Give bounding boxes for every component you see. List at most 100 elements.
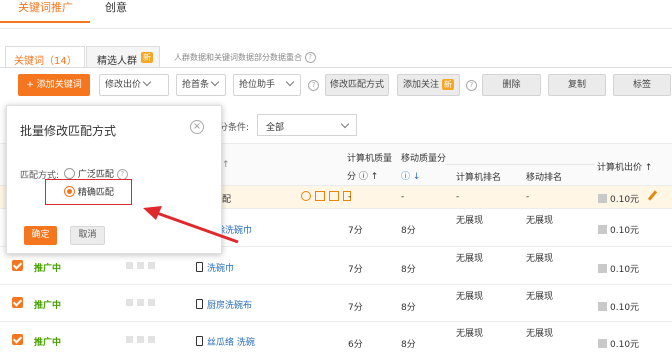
pc-quality: 7分	[348, 265, 363, 275]
rank-helper-dropdown[interactable]: 抢位助手	[233, 74, 301, 96]
chevron-down-icon	[142, 77, 152, 87]
placeholder-square	[137, 299, 144, 306]
price-icon	[598, 302, 607, 311]
keyword-link[interactable]: 洗碗巾	[196, 261, 234, 274]
header-pc-bid[interactable]: 计算机出价 ↑	[597, 160, 652, 173]
price-icon	[598, 264, 607, 273]
row-checkbox[interactable]	[12, 334, 23, 345]
sort-arrow[interactable]: ↑	[222, 160, 230, 170]
keyword-link[interactable]: 丝瓜络 洗碗	[196, 335, 255, 348]
mobile-rank: 无展现	[526, 292, 554, 302]
top-divider	[0, 28, 672, 29]
filter-select[interactable]: 全部	[257, 114, 357, 136]
price-icon	[598, 194, 607, 203]
arrow-shaft	[153, 210, 239, 244]
mobile-icon	[196, 262, 203, 272]
copy-button[interactable]: 复制	[548, 74, 606, 96]
filter-label: 分条件:	[219, 123, 250, 133]
keyword-link[interactable]: 厨房洗碗布	[196, 298, 252, 311]
row-checkbox[interactable]	[12, 297, 23, 308]
tab-keyword-promo[interactable]: 关键词推广	[18, 0, 73, 22]
radio-exact[interactable]: 精确匹配	[64, 185, 114, 198]
chart-icon[interactable]	[315, 191, 325, 201]
radio-icon	[64, 168, 75, 179]
trend-icon[interactable]	[329, 191, 339, 201]
radio-selected-icon	[64, 186, 75, 197]
cancel-button[interactable]: 取消	[70, 226, 105, 245]
price-icon	[598, 339, 607, 348]
summary-bid: 0.10元	[598, 192, 639, 205]
placeholder-square	[148, 299, 155, 306]
new-badge: 新	[441, 79, 454, 90]
summary-pc-rank: -	[456, 192, 460, 202]
subtab-crowd[interactable]: 精选人群 新	[86, 46, 160, 68]
summary-mobile-quality: -	[401, 192, 405, 202]
bid[interactable]: 0.10元	[598, 300, 639, 313]
pc-quality: 7分	[348, 303, 363, 313]
placeholder-square	[126, 336, 133, 343]
bid[interactable]: 0.10元	[598, 337, 639, 350]
subtab-crowd-label: 精选人群	[97, 56, 137, 67]
tab-creative[interactable]: 创意	[105, 0, 127, 22]
header-mobile-quality-sub[interactable]: ⓘ ↓	[401, 169, 420, 182]
new-badge: 新	[141, 52, 153, 63]
mobile-rank: 无展现	[526, 329, 554, 339]
header-pc-quality[interactable]: 计算机质量	[347, 151, 392, 164]
pc-quality: 7分	[348, 226, 363, 236]
header-pc-quality-sub[interactable]: 分 ⓘ ↑	[347, 169, 378, 182]
header-mobile-quality[interactable]: 移动质量分	[401, 151, 446, 164]
add-follow-button[interactable]: 添加关注 新	[397, 74, 460, 96]
mobile-quality: 8分	[401, 226, 416, 236]
notice-text: 人群数据和关键词数据部分数据重合 ?	[174, 52, 316, 63]
play-icon[interactable]	[301, 191, 311, 201]
radio-exact-label: 精确匹配	[77, 188, 114, 198]
placeholder-square	[148, 262, 155, 269]
modify-match-button[interactable]: 修改匹配方式	[325, 74, 389, 96]
placeholder-square	[137, 336, 144, 343]
modal-title: 批量修改匹配方式	[20, 124, 117, 138]
help-icon[interactable]: ?	[308, 80, 319, 91]
tags-button[interactable]: 标签	[613, 74, 671, 96]
pc-rank: 无展现	[456, 254, 484, 264]
subtab-keywords-label: 关键词（14）	[14, 56, 77, 67]
price-icon	[598, 225, 607, 234]
mobile-quality: 8分	[401, 340, 416, 350]
annotation-arrow	[143, 206, 239, 244]
pc-rank: 无展现	[456, 329, 484, 339]
pc-rank: 无展现	[456, 216, 484, 226]
mobile-icon	[196, 336, 203, 346]
mobile-quality: 8分	[401, 303, 416, 313]
add-keyword-button[interactable]: + 添加关键词	[18, 74, 90, 96]
confirm-button[interactable]: 确定	[24, 226, 57, 245]
grab-top-dropdown[interactable]: 抢首条	[176, 74, 226, 96]
filter-value: 全部	[266, 123, 285, 133]
status-badge: 推广中	[34, 338, 62, 348]
help-icon[interactable]: ?	[304, 52, 316, 63]
summary-pc-quality: -	[348, 192, 352, 202]
close-icon[interactable]: ×	[190, 120, 204, 134]
bid[interactable]: 0.10元	[598, 223, 639, 236]
subtab-divider	[0, 67, 672, 68]
placeholder-square	[148, 336, 155, 343]
status-badge: 推广中	[34, 264, 62, 274]
placeholder-square	[126, 299, 133, 306]
status-badge: 推广中	[34, 301, 62, 311]
pc-quality: 6分	[348, 340, 363, 350]
help-icon[interactable]: ?	[466, 80, 477, 91]
modify-bid-dropdown[interactable]: 修改出价	[99, 74, 169, 96]
chevron-down-icon	[340, 119, 350, 129]
summary-mobile-rank: -	[526, 192, 530, 202]
chevron-down-icon	[285, 77, 295, 87]
placeholder-square	[126, 262, 133, 269]
mobile-rank: 无展现	[526, 254, 554, 264]
header-pc-rank: 计算机排名	[456, 173, 502, 183]
chevron-down-icon	[210, 77, 220, 87]
bid[interactable]: 0.10元	[598, 262, 639, 275]
delete-button[interactable]: 删除	[482, 74, 541, 96]
mobile-rank: 无展现	[526, 216, 554, 226]
row-checkbox[interactable]	[12, 260, 23, 271]
mobile-icon	[196, 299, 203, 309]
header-mobile-rank: 移动排名	[526, 173, 563, 183]
subtab-keywords[interactable]: 关键词（14）	[5, 46, 85, 68]
mobile-quality: 8分	[401, 265, 416, 275]
